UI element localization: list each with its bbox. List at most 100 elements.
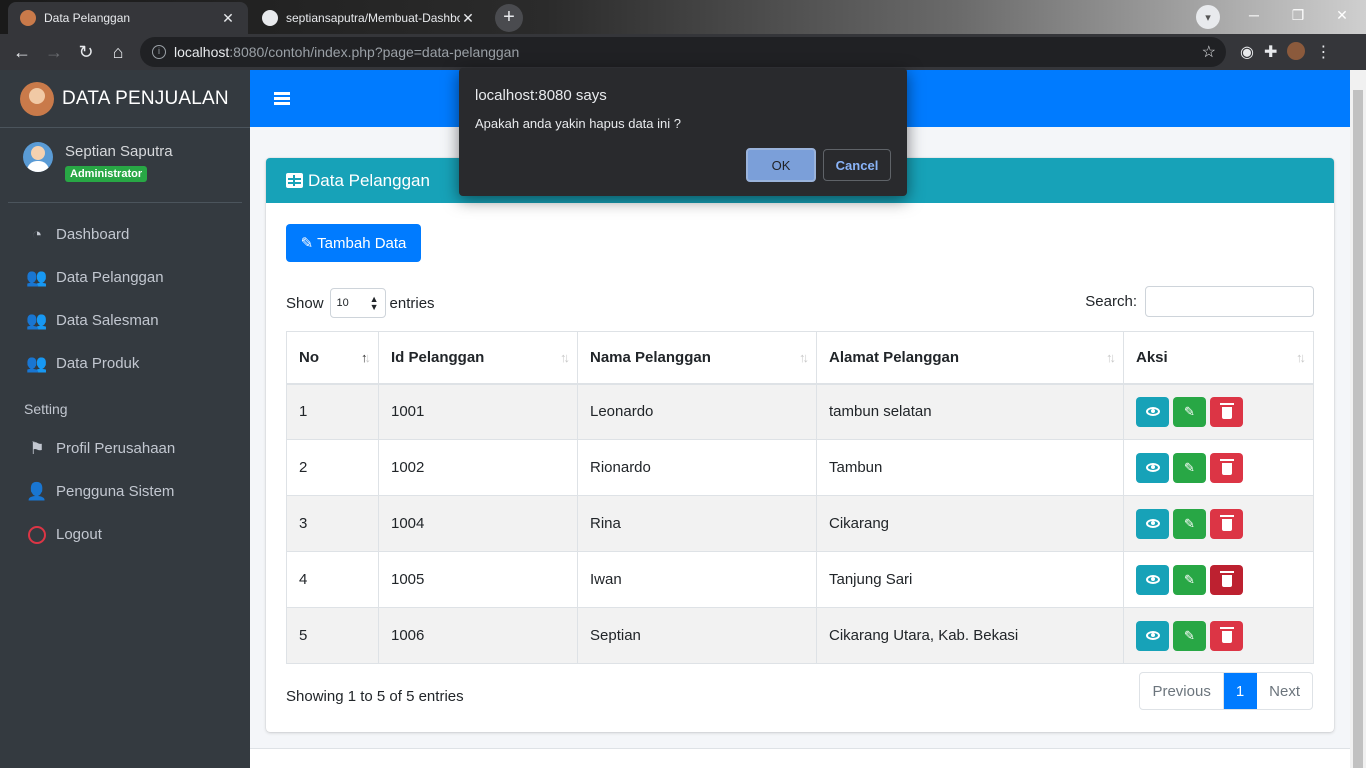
profile-avatar[interactable] (1287, 42, 1306, 60)
url-path: :8080/contoh/index.php?page=data-pelangg… (229, 44, 520, 60)
delete-button[interactable] (1210, 452, 1243, 483)
brand-link[interactable]: DATA PENJUALAN (0, 70, 250, 128)
view-button[interactable] (1136, 564, 1169, 595)
eye-icon (1145, 631, 1160, 640)
sidebar-item-profil-perusahaan[interactable]: ⚑ Profil Perusahaan (0, 427, 250, 470)
sidebar-item-label: Profil Perusahaan (56, 440, 176, 457)
pagination-next[interactable]: Next (1257, 673, 1312, 709)
eye-icon (1145, 575, 1160, 584)
table-row: 1 1001 Leonardo tambun selatan ✎ (286, 383, 1314, 440)
delete-button[interactable] (1210, 620, 1243, 651)
new-tab-button[interactable]: + (495, 4, 523, 32)
column-header-aksi[interactable]: Aksi ↑↓ (1123, 331, 1314, 385)
info-icon[interactable]: i (152, 45, 166, 59)
sidebar-item-data-produk[interactable]: 👥 Data Produk (0, 342, 250, 385)
delete-button[interactable] (1210, 564, 1243, 595)
view-button[interactable] (1136, 452, 1169, 483)
github-icon (262, 10, 278, 26)
menu-kebab-icon[interactable]: ⋮ (1315, 42, 1331, 62)
edit-icon: ✎ (1184, 627, 1195, 643)
tab-search-icon[interactable]: ▾ (1196, 5, 1220, 29)
select-caret-icon: ▲ ▼ (369, 294, 379, 312)
column-header-no[interactable]: No ↑↓ (286, 331, 379, 385)
sidebar-item-dashboard[interactable]: ◔ Dashboard (0, 213, 250, 256)
edit-button[interactable]: ✎ (1173, 564, 1206, 595)
edit-icon: ✎ (1184, 459, 1195, 475)
address-bar[interactable]: i localhost :8080/contoh/index.php?page=… (140, 37, 1226, 67)
pagination-previous[interactable]: Previous (1140, 673, 1224, 709)
cell-aksi: ✎ (1123, 439, 1314, 496)
sort-icon: ↑↓ (799, 350, 809, 365)
cell-id: 1004 (378, 495, 578, 552)
cell-aksi: ✎ (1123, 495, 1314, 552)
trash-icon (1219, 459, 1234, 475)
restore-icon[interactable]: ❐ (1276, 0, 1320, 30)
window-close-icon[interactable]: ✕ (1320, 0, 1364, 30)
back-arrow-icon[interactable]: ← (10, 40, 34, 64)
sidebar-item-data-salesman[interactable]: 👥 Data Salesman (0, 299, 250, 342)
tab-close-icon[interactable]: ✕ (460, 10, 476, 27)
cell-alamat: Cikarang Utara, Kab. Bekasi (816, 607, 1124, 664)
tab-close-icon[interactable]: ✕ (220, 10, 236, 27)
browser-tab-active[interactable]: Data Pelanggan ✕ (8, 2, 248, 34)
edit-button[interactable]: ✎ (1173, 508, 1206, 539)
ok-button[interactable]: OK (746, 148, 816, 182)
cell-nama: Rionardo (577, 439, 817, 496)
trash-icon (1219, 403, 1234, 420)
edit-button[interactable]: ✎ (1173, 620, 1206, 651)
sidebar-item-data-pelanggan[interactable]: 👥 Data Pelanggan (0, 256, 250, 299)
tambah-data-label: Tambah Data (317, 234, 407, 252)
column-header-id[interactable]: Id Pelanggan ↑↓ (378, 331, 578, 385)
column-header-nama[interactable]: Nama Pelanggan ↑↓ (577, 331, 817, 385)
view-button[interactable] (1136, 508, 1169, 539)
puzzle-icon[interactable]: ✚ (1264, 42, 1277, 62)
search-input[interactable] (1145, 286, 1314, 317)
entries-select[interactable]: 10 ▲ ▼ (329, 288, 386, 318)
tachometer-icon: ◔ (31, 224, 43, 244)
pagination-page-1[interactable]: 1 (1223, 673, 1258, 709)
delete-button[interactable] (1210, 396, 1243, 427)
bookmark-star-icon[interactable]: ☆ (1202, 42, 1216, 62)
sidebar-item-logout[interactable]: Logout (0, 513, 250, 556)
sidebar-item-pengguna-sistem[interactable]: 👤 Pengguna Sistem (0, 470, 250, 513)
entries-length: Show 10 ▲ ▼ entries (286, 288, 435, 318)
table-row: 3 1004 Rina Cikarang ✎ (286, 495, 1314, 552)
reload-icon[interactable]: ↻ (74, 40, 98, 64)
extension-icon[interactable]: ◉ (1240, 42, 1254, 62)
browser-tab-inactive[interactable]: septiansaputra/Membuat-Dashbo ✕ (250, 2, 488, 34)
cell-alamat: tambun selatan (816, 383, 1124, 440)
home-icon[interactable]: ⌂ (106, 40, 130, 64)
sort-asc-icon: ↑↓ (361, 350, 371, 365)
view-button[interactable] (1136, 620, 1169, 651)
data-table: No ↑↓ Id Pelanggan ↑↓ Nama Pelanggan ↑↓ Ala… (286, 331, 1314, 664)
cell-nama: Septian (577, 607, 817, 664)
browser-toolbar: ← → ↻ ⌂ i localhost :8080/contoh/index.p… (0, 34, 1366, 70)
cancel-button[interactable]: Cancel (823, 149, 891, 181)
browser-tab-strip: Data Pelanggan ✕ septiansaputra/Membuat-… (0, 0, 1366, 34)
sidebar-item-label: Dashboard (56, 226, 130, 243)
edit-icon: ✎ (1184, 403, 1195, 419)
user-name[interactable]: Septian Saputra (65, 143, 173, 160)
table-search: Search: (1085, 286, 1314, 317)
view-button[interactable] (1136, 396, 1169, 427)
edit-button[interactable]: ✎ (1173, 396, 1206, 427)
avatar (23, 142, 53, 172)
trash-icon (1219, 627, 1234, 643)
cell-aksi: ✎ (1123, 607, 1314, 664)
hamburger-menu-icon[interactable] (274, 92, 290, 105)
page-scrollbar[interactable] (1350, 70, 1366, 768)
minimize-icon[interactable]: ─ (1232, 0, 1276, 30)
edit-icon: ✎ (300, 235, 314, 252)
menu-header-setting: Setting (24, 401, 68, 417)
delete-button[interactable] (1210, 508, 1243, 539)
edit-button[interactable]: ✎ (1173, 452, 1206, 483)
sidebar-item-label: Data Salesman (56, 312, 159, 329)
brand-logo-icon (20, 81, 54, 116)
column-header-alamat[interactable]: Alamat Pelanggan ↑↓ (816, 331, 1124, 385)
table-icon (286, 173, 303, 188)
tambah-data-button[interactable]: ✎ Tambah Data (286, 224, 421, 262)
forward-arrow-icon[interactable]: → (42, 40, 66, 64)
cell-no: 5 (286, 607, 379, 664)
entries-value: 10 (336, 297, 349, 309)
cell-no: 4 (286, 551, 379, 608)
